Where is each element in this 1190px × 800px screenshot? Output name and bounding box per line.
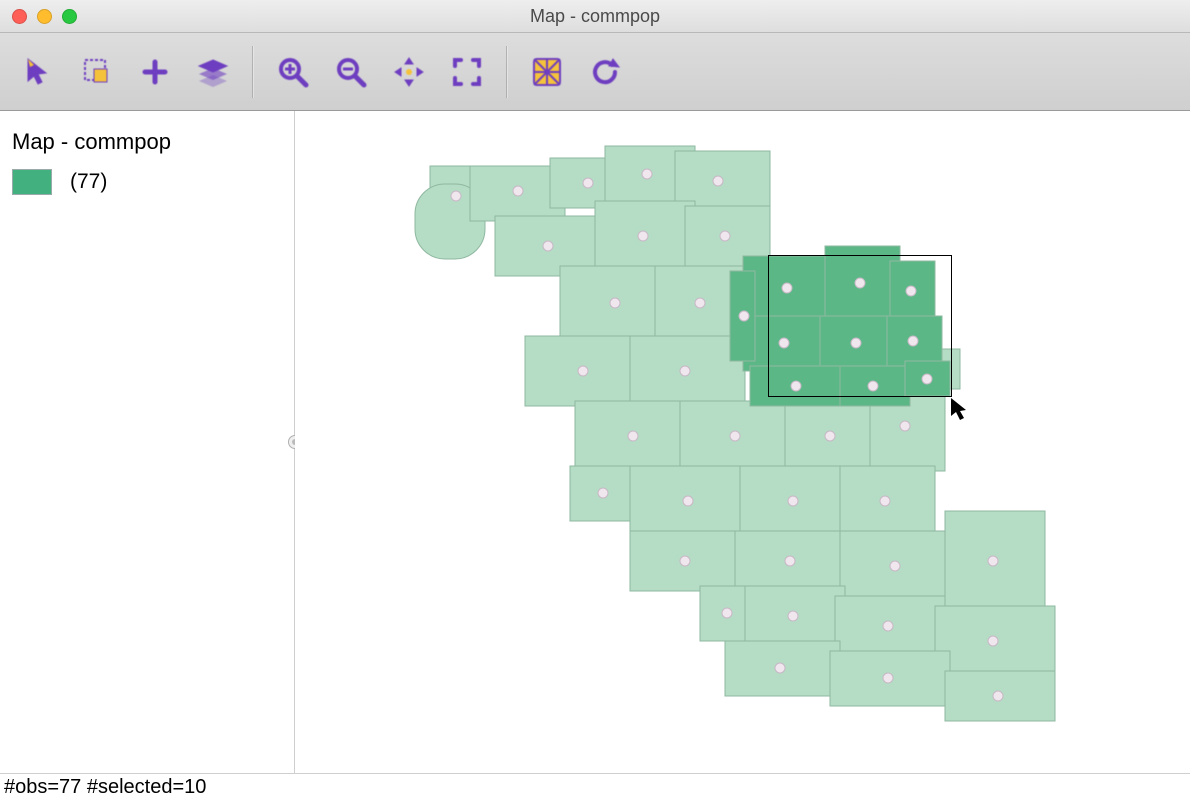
pan-button[interactable] bbox=[386, 49, 432, 95]
select-rect-icon bbox=[82, 57, 112, 87]
cursor-icon bbox=[951, 398, 969, 422]
toolbar bbox=[0, 33, 1190, 111]
pointer-icon bbox=[24, 57, 54, 87]
fit-icon bbox=[451, 56, 483, 88]
basemap-button[interactable] bbox=[524, 49, 570, 95]
window-title: Map - commpop bbox=[0, 6, 1190, 27]
pan-icon bbox=[393, 56, 425, 88]
legend-count: (77) bbox=[70, 170, 107, 194]
refresh-icon bbox=[589, 56, 621, 88]
map-svg bbox=[295, 111, 1190, 773]
legend-swatch bbox=[12, 169, 52, 195]
zoom-in-button[interactable] bbox=[270, 49, 316, 95]
basemap-icon bbox=[531, 56, 563, 88]
legend-title: Map - commpop bbox=[12, 129, 282, 155]
toolbar-separator bbox=[506, 46, 508, 98]
layers-button[interactable] bbox=[190, 49, 236, 95]
zoom-out-button[interactable] bbox=[328, 49, 374, 95]
zoom-window-button[interactable] bbox=[62, 9, 77, 24]
map-canvas[interactable] bbox=[295, 111, 1190, 773]
status-text: #obs=77 #selected=10 bbox=[4, 776, 206, 799]
zoom-in-icon bbox=[277, 56, 309, 88]
minimize-window-button[interactable] bbox=[37, 9, 52, 24]
selection-rectangle[interactable] bbox=[768, 255, 952, 397]
zoom-out-icon bbox=[335, 56, 367, 88]
add-button[interactable] bbox=[132, 49, 178, 95]
select-rect-button[interactable] bbox=[74, 49, 120, 95]
pointer-tool-button[interactable] bbox=[16, 49, 62, 95]
window-controls bbox=[0, 9, 77, 24]
status-bar: #obs=77 #selected=10 bbox=[0, 773, 1190, 800]
toolbar-separator bbox=[252, 46, 254, 98]
main-area: Map - commpop (77) bbox=[0, 111, 1190, 773]
legend-panel: Map - commpop (77) bbox=[0, 111, 295, 773]
layers-icon bbox=[197, 57, 229, 87]
fit-extent-button[interactable] bbox=[444, 49, 490, 95]
close-window-button[interactable] bbox=[12, 9, 27, 24]
plus-icon bbox=[140, 57, 170, 87]
refresh-button[interactable] bbox=[582, 49, 628, 95]
window-titlebar: Map - commpop bbox=[0, 0, 1190, 33]
legend-item[interactable]: (77) bbox=[12, 169, 282, 195]
